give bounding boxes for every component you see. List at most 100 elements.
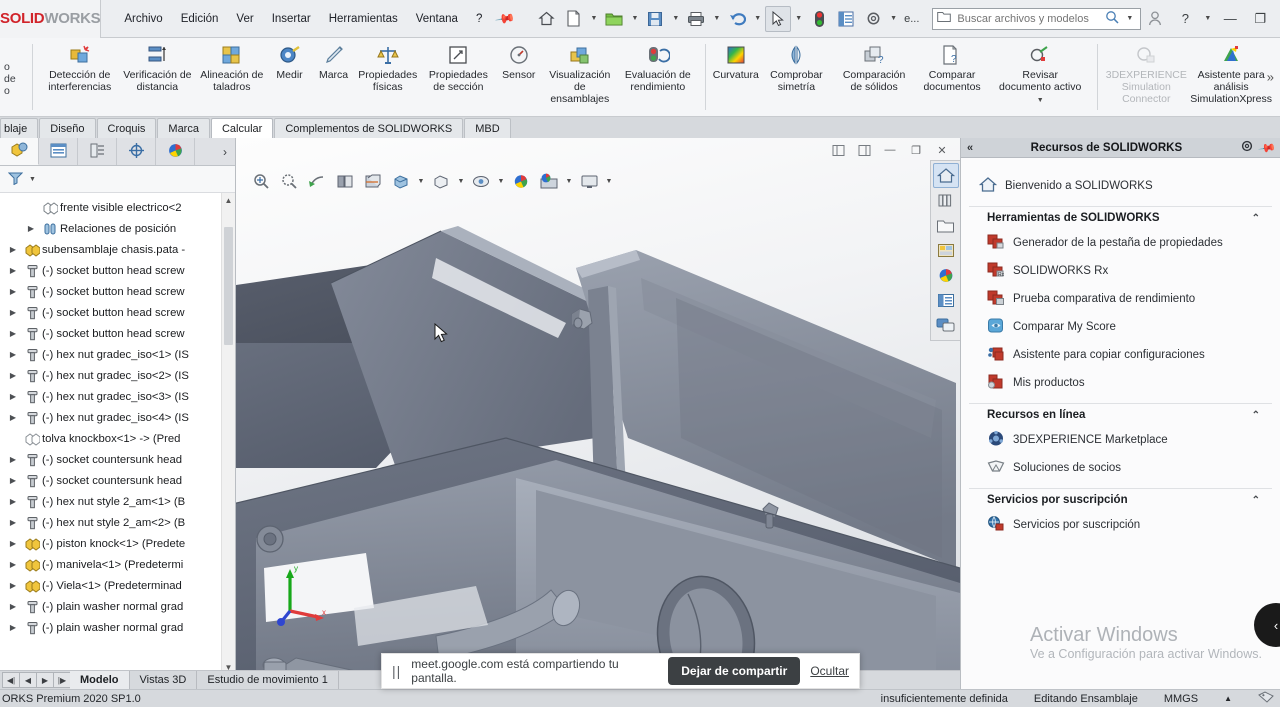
pin-icon[interactable]: 📌	[1257, 138, 1277, 157]
display-pane-icon[interactable]	[576, 168, 602, 194]
ribbon-revisar-documento-activo[interactable]: Revisar documento activo ▼	[991, 41, 1089, 109]
close-button[interactable]: ✕	[1276, 5, 1280, 33]
custom-properties-icon[interactable]	[933, 288, 959, 313]
view-settings-icon[interactable]	[536, 168, 562, 194]
task-pane-item-partner-solutions[interactable]: Soluciones de socios	[969, 454, 1272, 482]
tab-ensamblaje[interactable]: blaje	[0, 118, 39, 138]
task-pane-item-solidworks-rx[interactable]: Rx SOLIDWORKS Rx	[969, 257, 1272, 285]
display-style-icon[interactable]	[388, 168, 414, 194]
undo-caret-icon[interactable]: ▼	[751, 15, 764, 22]
tree-row-14[interactable]: ▶ (-) hex nut style 2_am<1> (B	[0, 491, 235, 512]
section-header[interactable]: Herramientas de SOLIDWORKS ⌃	[969, 206, 1272, 229]
zoom-to-area-icon[interactable]	[276, 168, 302, 194]
ribbon-comparar-documentos[interactable]: ? Comparar documentos	[913, 41, 991, 95]
tree-row-8[interactable]: ▶ (-) hex nut gradec_iso<2> (IS	[0, 365, 235, 386]
gfx-minimize-icon[interactable]: —	[878, 140, 902, 160]
tree-row-6[interactable]: ▶ (-) socket button head screw	[0, 323, 235, 344]
viewcube-home-icon[interactable]	[932, 163, 959, 188]
new-document-caret-icon[interactable]: ▼	[588, 15, 601, 22]
feature-tree-filter[interactable]: ▼	[0, 166, 235, 193]
help-caret-icon[interactable]: ▼	[1201, 15, 1214, 22]
3d-model-viewport[interactable]	[236, 138, 960, 683]
featuremanager-design-tree-tab[interactable]	[0, 138, 39, 165]
tree-row-4[interactable]: ▶ (-) socket button head screw	[0, 281, 235, 302]
tree-row-7[interactable]: ▶ (-) hex nut gradec_iso<1> (IS	[0, 344, 235, 365]
tree-arrow[interactable]: ▶	[4, 455, 22, 464]
hide-show-items-icon[interactable]	[428, 168, 454, 194]
tree-arrow[interactable]: ▶	[22, 224, 40, 233]
featuremanager-configuration-tab[interactable]	[78, 138, 117, 165]
doctab-modelo[interactable]: Modelo	[70, 671, 130, 689]
tree-arrow[interactable]: ▶	[4, 413, 22, 422]
ribbon-comprobar-simetria[interactable]: Comprobar simetría	[758, 41, 835, 95]
tree-arrow[interactable]: ▶	[4, 602, 22, 611]
tree-scroll-up-icon[interactable]: ▲	[222, 193, 235, 207]
tree-arrow[interactable]: ▶	[4, 245, 22, 254]
tree-row-16[interactable]: ▶ (-) piston knock<1> (Predete	[0, 533, 235, 554]
feature-tree-vertical-scrollbar[interactable]: ▲ ▼	[221, 193, 235, 674]
chevron-up-icon[interactable]: ⌃	[1252, 410, 1260, 421]
home-icon[interactable]	[534, 6, 560, 32]
edit-appearance-caret-icon[interactable]: ▼	[496, 178, 506, 185]
view-orientation-icon[interactable]	[360, 168, 386, 194]
task-pane-item-3dexperience-marketplace[interactable]: 3DEXPERIENCE Marketplace	[969, 426, 1272, 454]
task-pane-item-compare-my-score[interactable]: Comparar My Score	[969, 313, 1272, 341]
undo-icon[interactable]	[724, 6, 750, 32]
minimize-button[interactable]: —	[1216, 5, 1244, 33]
tab-complementos-solidworks[interactable]: Complementos de SOLIDWORKS	[274, 118, 464, 138]
ribbon-comparacion-solidos[interactable]: ? Comparación de sólidos	[835, 41, 913, 95]
status-units[interactable]: MMGS	[1164, 693, 1198, 705]
ribbon-verificacion-distancia[interactable]: Verificación de distancia	[119, 41, 196, 95]
ribbon-sensor[interactable]: Sensor	[497, 41, 541, 83]
graphics-area[interactable]: x y ▼ ▼ ▼ ▼ ▼ — ❐ ✕	[236, 138, 960, 689]
file-explorer-icon[interactable]	[933, 213, 959, 238]
gfx-restore-down-left-icon[interactable]	[826, 140, 850, 160]
tree-arrow[interactable]: ▶	[4, 371, 22, 380]
ribbon-propiedades-seccion[interactable]: Propiedades de sección	[420, 41, 497, 95]
tree-arrow[interactable]: ▶	[4, 266, 22, 275]
tab-diseno[interactable]: Diseño	[39, 118, 96, 138]
select-caret-icon[interactable]: ▼	[792, 15, 805, 22]
featuremanager-appearances-tab[interactable]	[156, 138, 195, 165]
save-icon[interactable]	[642, 6, 668, 32]
featuremanager-property-tab[interactable]	[39, 138, 78, 165]
view-settings-caret-icon[interactable]: ▼	[564, 178, 574, 185]
chevron-up-icon[interactable]: ⌃	[1252, 213, 1260, 224]
search-box[interactable]: ▼	[932, 7, 1142, 30]
section-view-icon[interactable]	[332, 168, 358, 194]
chevron-up-icon[interactable]: ⌃	[1252, 495, 1260, 506]
zoom-to-fit-icon[interactable]	[248, 168, 274, 194]
status-units-caret-icon[interactable]: ▲	[1224, 694, 1232, 703]
gfx-restore-down-right-icon[interactable]	[852, 140, 876, 160]
task-pane-item-benchmark[interactable]: Prueba comparativa de rendimiento	[969, 285, 1272, 313]
gear-icon[interactable]	[860, 6, 886, 32]
featuremanager-more-icon[interactable]: ›	[215, 138, 235, 165]
restore-button[interactable]: ❐	[1246, 5, 1274, 33]
filter-caret-icon[interactable]: ▼	[26, 176, 39, 183]
display-style-caret-icon[interactable]: ▼	[416, 178, 426, 185]
tab-mbd[interactable]: MBD	[464, 118, 511, 138]
pin-icon[interactable]: 📌	[494, 7, 517, 29]
tree-row-19[interactable]: ▶ (-) plain washer normal grad	[0, 596, 235, 617]
menu-edicion[interactable]: Edición	[172, 9, 228, 29]
tree-row-0[interactable]: frente visible electrico<2	[0, 197, 235, 218]
appearances-scenes-icon[interactable]	[933, 263, 959, 288]
tree-arrow[interactable]: ▶	[4, 539, 22, 548]
tree-row-13[interactable]: ▶ (-) socket countersunk head	[0, 470, 235, 491]
tree-arrow[interactable]: ▶	[4, 350, 22, 359]
edit-appearance-icon[interactable]	[468, 168, 494, 194]
ribbon-alineacion-taladros[interactable]: Alineación de taladros	[196, 41, 268, 95]
tree-row-9[interactable]: ▶ (-) hex nut gradec_iso<3> (IS	[0, 386, 235, 407]
tree-row-10[interactable]: ▶ (-) hex nut gradec_iso<4> (IS	[0, 407, 235, 428]
display-pane-caret-icon[interactable]: ▼	[604, 178, 614, 185]
tree-arrow[interactable]: ▶	[4, 329, 22, 338]
hide-sharing-bar-button[interactable]: Ocultar	[810, 664, 849, 678]
ribbon-curvatura[interactable]: Curvatura	[713, 41, 759, 83]
revisar-caret-icon[interactable]: ▼	[1037, 95, 1044, 107]
tree-row-17[interactable]: ▶ (-) manivela<1> (Predetermi	[0, 554, 235, 575]
tree-row-3[interactable]: ▶ (-) socket button head screw	[0, 260, 235, 281]
tree-arrow[interactable]: ▶	[4, 518, 22, 527]
gfx-close-icon[interactable]: ✕	[930, 140, 954, 160]
tree-arrow[interactable]: ▶	[4, 560, 22, 569]
tree-arrow[interactable]: ▶	[4, 308, 22, 317]
